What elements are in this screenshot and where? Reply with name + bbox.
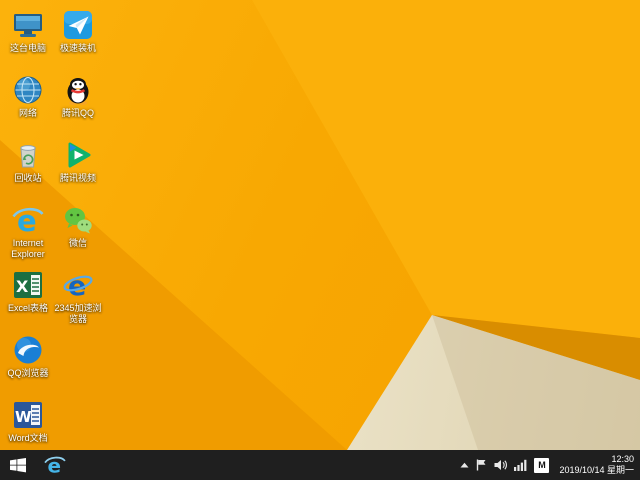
desktop-icon-2345-browser[interactable]: e 2345加速浏览器 [54, 268, 102, 325]
desktop-icon-label: QQ浏览器 [7, 368, 49, 378]
desktop-icon-label: Internet Explorer [11, 238, 45, 259]
action-center-button[interactable] [476, 459, 487, 471]
word-icon: W [11, 398, 45, 432]
desktop-icon-network[interactable]: 网络 [4, 73, 52, 119]
paper-plane-icon [61, 8, 95, 42]
globe-icon [11, 73, 45, 107]
recycle-bin-icon [11, 138, 45, 172]
qq-browser-icon [11, 333, 45, 367]
desktop-icon-jisu-zhuangji[interactable]: 极速装机 [54, 8, 102, 54]
desktop-icon-excel[interactable]: X Excel表格 [4, 268, 52, 314]
desktop-icon-label: 腾讯视频 [59, 173, 96, 183]
qq-penguin-icon [61, 73, 95, 107]
desktop[interactable]: 这台电脑 网络 回收站 e Internet Explorer X Excel表… [0, 0, 640, 450]
network-bars-icon [514, 459, 527, 471]
wechat-bubbles-icon [61, 203, 95, 237]
browser-e-icon: e [61, 268, 95, 302]
clock-date: 2019/10/14 星期一 [559, 465, 634, 475]
ie-e-icon: e [11, 203, 45, 237]
desktop-icon-recycle-bin[interactable]: 回收站 [4, 138, 52, 184]
desktop-icon-word[interactable]: W Word文档 [4, 398, 52, 444]
clock-time: 12:30 [611, 454, 634, 464]
desktop-icon-label: 回收站 [14, 173, 42, 183]
desktop-icon-label: 这台电脑 [9, 43, 46, 53]
desktop-icon-label: 腾讯QQ [61, 108, 94, 118]
speaker-icon [494, 460, 508, 470]
chevron-up-icon [460, 462, 469, 468]
monitor-icon [11, 8, 45, 42]
ie-e-icon: e [44, 455, 66, 476]
desktop-icon-qq-browser[interactable]: QQ浏览器 [4, 333, 52, 379]
system-tray: M 12:30 2019/10/14 星期一 [460, 450, 640, 480]
desktop-icon-label: Excel表格 [7, 303, 48, 313]
excel-icon: X [11, 268, 45, 302]
desktop-icon-tencent-qq[interactable]: 腾讯QQ [54, 73, 102, 119]
ime-indicator[interactable]: M [534, 457, 550, 473]
desktop-icon-this-pc[interactable]: 这台电脑 [4, 8, 52, 54]
desktop-icon-label: 网络 [18, 108, 37, 118]
taskbar: e M 12:30 2019/10/14 星期一 [0, 450, 640, 480]
volume-button[interactable] [494, 459, 508, 471]
desktop-icon-internet-explorer[interactable]: e Internet Explorer [4, 203, 52, 260]
desktop-icon-tencent-video[interactable]: 腾讯视频 [54, 138, 102, 184]
desktop-icon-label: 2345加速浏览器 [54, 303, 102, 324]
desktop-icon-label: 微信 [68, 238, 87, 248]
desktop-icon-label: Word文档 [8, 433, 48, 443]
play-triangle-icon [61, 138, 95, 172]
windows-logo-icon [10, 457, 26, 472]
desktop-icon-wechat[interactable]: 微信 [54, 203, 102, 249]
taskbar-ie-button[interactable]: e [36, 450, 74, 480]
svg-text:W: W [15, 408, 32, 426]
flag-icon [477, 459, 486, 471]
taskbar-clock[interactable]: 12:30 2019/10/14 星期一 [556, 454, 634, 476]
svg-text:e: e [68, 271, 86, 301]
svg-text:X: X [16, 277, 29, 296]
show-hidden-icons-button[interactable] [460, 462, 469, 468]
desktop-icon-label: 极速装机 [59, 43, 96, 53]
network-button[interactable] [514, 459, 527, 471]
start-button[interactable] [0, 450, 36, 480]
